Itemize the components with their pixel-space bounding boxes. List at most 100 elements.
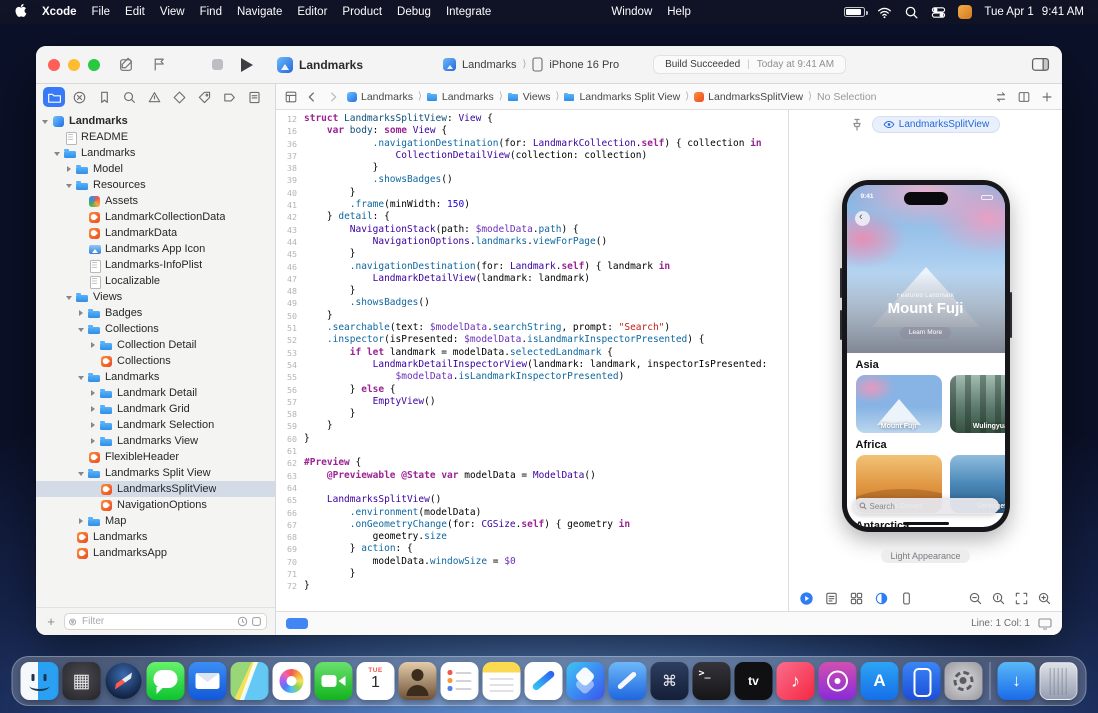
code-editor[interactable]: 12struct LandmarksSplitView: View {16 va…: [276, 110, 788, 611]
menu-file[interactable]: File: [92, 6, 111, 18]
reports-navigator-tab[interactable]: [243, 87, 265, 107]
menu-clock[interactable]: Tue Apr 1 9:41 AM: [984, 6, 1084, 18]
file-tree-row[interactable]: Landmarks Split View: [36, 465, 275, 481]
file-tree-row[interactable]: Landmarks: [36, 145, 275, 161]
preview-color-scheme-button[interactable]: [874, 591, 889, 606]
contacts-dock-icon[interactable]: [399, 662, 437, 700]
settings-dock-icon[interactable]: [945, 662, 983, 700]
back-button[interactable]: [305, 90, 319, 104]
zoom-in-button[interactable]: [1037, 591, 1052, 606]
menu-navigate[interactable]: Navigate: [237, 6, 282, 18]
facetime-dock-icon[interactable]: [315, 662, 353, 700]
run-button[interactable]: [241, 58, 253, 72]
preview-search-bar[interactable]: Search: [853, 498, 999, 514]
file-tree-row[interactable]: Landmarks-InfoPlist: [36, 257, 275, 273]
inspector-toggle-button[interactable]: [1031, 56, 1050, 73]
file-tree-row[interactable]: Views: [36, 289, 275, 305]
file-tree-row[interactable]: FlexibleHeader: [36, 449, 275, 465]
related-items-icon[interactable]: [284, 90, 298, 104]
disclosure-closed-icon[interactable]: [88, 404, 98, 414]
file-tree-row[interactable]: Localizable: [36, 273, 275, 289]
file-tree-row[interactable]: Landmark Grid: [36, 401, 275, 417]
add-file-button[interactable]: +: [44, 615, 58, 629]
running-indicator[interactable]: [286, 618, 308, 629]
battery-icon[interactable]: [844, 7, 865, 17]
menu-help[interactable]: Help: [667, 6, 691, 18]
xcode-dock-icon[interactable]: [609, 662, 647, 700]
disclosure-closed-icon[interactable]: [88, 436, 98, 446]
file-tree-row[interactable]: Badges: [36, 305, 275, 321]
zoom-fit-button[interactable]: [1014, 591, 1029, 606]
disclosure-closed-icon[interactable]: [64, 164, 74, 174]
breadcrumb-item[interactable]: Views: [508, 91, 551, 103]
pin-preview-icon[interactable]: [851, 118, 863, 131]
file-tree-row[interactable]: Landmarks: [36, 113, 275, 129]
music-dock-icon[interactable]: ♪: [777, 662, 815, 700]
finder-dock-icon[interactable]: [21, 662, 59, 700]
landmark-card[interactable]: Mount Fuji: [856, 375, 942, 433]
wifi-icon[interactable]: [877, 5, 892, 20]
maps-dock-icon[interactable]: [231, 662, 269, 700]
menu-product[interactable]: Product: [342, 6, 382, 18]
disclosure-open-icon[interactable]: [76, 468, 86, 478]
landmark-card[interactable]: Wulingyuan: [950, 375, 1005, 433]
file-tree-row[interactable]: LandmarksSplitView: [36, 481, 275, 497]
menu-xcode[interactable]: Xcode: [42, 6, 77, 18]
file-tree-row[interactable]: Assets: [36, 193, 275, 209]
add-editor-icon[interactable]: [1040, 90, 1054, 104]
tests-navigator-tab[interactable]: [168, 87, 190, 107]
menu-edit[interactable]: Edit: [125, 6, 145, 18]
launchpad-dock-icon[interactable]: ▦: [63, 662, 101, 700]
activity-viewer[interactable]: Build Succeeded | Today at 9:41 AM: [653, 55, 846, 74]
flag-icon[interactable]: [151, 56, 168, 73]
photos-dock-icon[interactable]: [273, 662, 311, 700]
disclosure-open-icon[interactable]: [52, 148, 62, 158]
stop-button[interactable]: [212, 59, 223, 70]
minimize-window-button[interactable]: [68, 59, 80, 71]
filter-input[interactable]: [82, 616, 234, 627]
disclosure-open-icon[interactable]: [76, 372, 86, 382]
file-tree-row[interactable]: Collections: [36, 353, 275, 369]
freeform-dock-icon[interactable]: [525, 662, 563, 700]
menu-view[interactable]: View: [160, 6, 185, 18]
source-control-navigator-tab[interactable]: [68, 87, 90, 107]
file-tree-row[interactable]: README: [36, 129, 275, 145]
menu-debug[interactable]: Debug: [397, 6, 431, 18]
menu-find[interactable]: Find: [200, 6, 222, 18]
file-tree-row[interactable]: Landmarks: [36, 369, 275, 385]
file-tree-row[interactable]: LandmarkData: [36, 225, 275, 241]
file-tree-row[interactable]: Model: [36, 161, 275, 177]
disclosure-closed-icon[interactable]: [88, 340, 98, 350]
breadcrumb-item[interactable]: No Selection: [817, 91, 877, 103]
file-tree-row[interactable]: Landmarks View: [36, 433, 275, 449]
mail-dock-icon[interactable]: [189, 662, 227, 700]
apple-menu[interactable]: [14, 4, 28, 20]
file-tree-row[interactable]: LandmarksApp: [36, 545, 275, 561]
shortcuts-dock-icon[interactable]: [567, 662, 605, 700]
preview-target-pill[interactable]: LandmarksSplitView: [872, 116, 1000, 133]
terminal-dock-icon[interactable]: >_: [693, 662, 731, 700]
messages-dock-icon[interactable]: [147, 662, 185, 700]
file-tree-row[interactable]: Resources: [36, 177, 275, 193]
disclosure-closed-icon[interactable]: [88, 388, 98, 398]
find-navigator-tab[interactable]: [118, 87, 140, 107]
breadcrumb-item[interactable]: LandmarksSplitView: [694, 91, 803, 103]
learn-more-button[interactable]: Learn More: [900, 327, 951, 339]
preview-device-button[interactable]: [899, 591, 914, 606]
notes-dock-icon[interactable]: [483, 662, 521, 700]
disclosure-closed-icon[interactable]: [76, 516, 86, 526]
file-tree-row[interactable]: LandmarkCollectionData: [36, 209, 275, 225]
file-tree-row[interactable]: Collection Detail: [36, 337, 275, 353]
trash-dock-icon[interactable]: [1040, 662, 1078, 700]
disclosure-open-icon[interactable]: [76, 324, 86, 334]
line-col-indicator[interactable]: Line: 1 Col: 1: [971, 618, 1030, 629]
breadcrumb-item[interactable]: Landmarks: [347, 91, 413, 103]
zoom-window-button[interactable]: [88, 59, 100, 71]
calendar-dock-icon[interactable]: Tue1: [357, 662, 395, 700]
preview-variants-button[interactable]: [849, 591, 864, 606]
close-window-button[interactable]: [48, 59, 60, 71]
file-tree-row[interactable]: Map: [36, 513, 275, 529]
spotlight-search-icon[interactable]: [904, 5, 919, 20]
disclosure-closed-icon[interactable]: [88, 420, 98, 430]
breakpoints-navigator-tab[interactable]: [218, 87, 240, 107]
